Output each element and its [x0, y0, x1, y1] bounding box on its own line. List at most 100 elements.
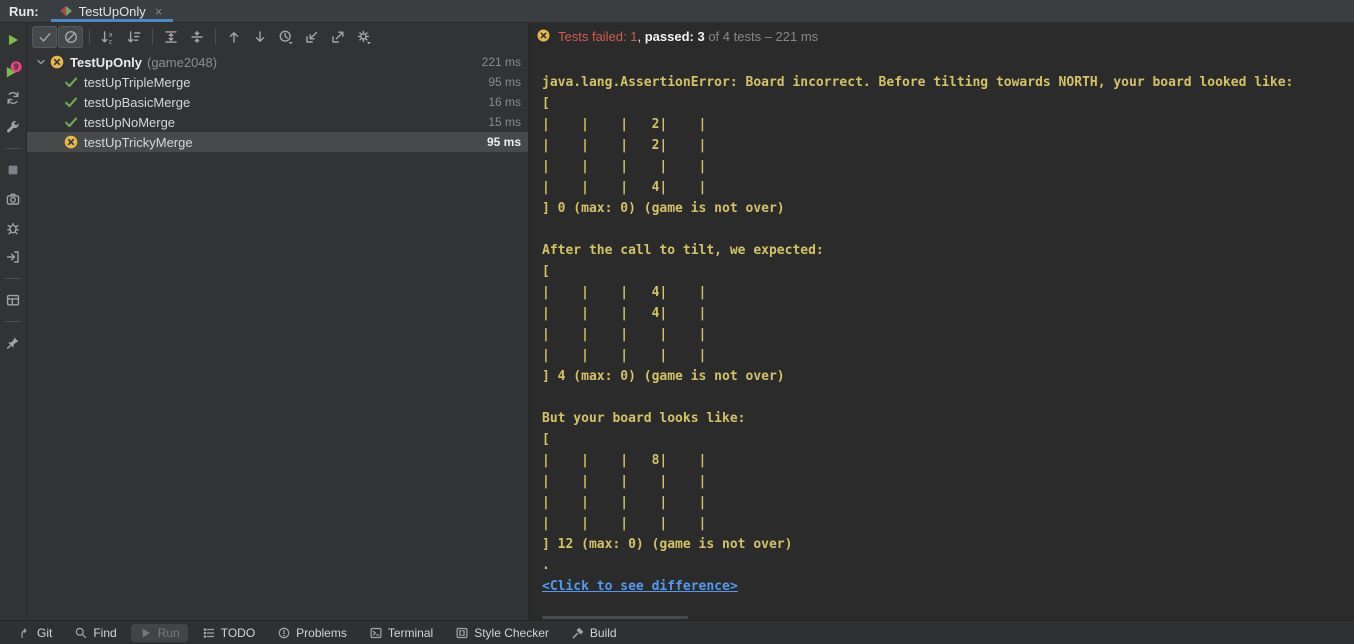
console-line: ] 12 (max: 0) (game is not over): [542, 534, 1354, 555]
sort-by-duration-button[interactable]: [121, 26, 146, 48]
toolwindow-button-build[interactable]: Build: [563, 624, 625, 642]
console-line: [542, 387, 1354, 408]
console-output: java.lang.AssertionError: Board incorrec…: [529, 50, 1354, 620]
toolwindow-button-run[interactable]: Run: [131, 624, 188, 642]
console-line: | | | 4| |: [542, 177, 1354, 198]
magnifier-icon: [74, 626, 88, 640]
summary-text: Tests failed: 1, passed: 3 of 4 tests – …: [558, 29, 818, 44]
console-line: [: [542, 93, 1354, 114]
toolwindow-button-todo[interactable]: TODO: [194, 624, 263, 642]
toolwindow-label: TODO: [221, 626, 255, 640]
svg-text:9: 9: [14, 62, 19, 72]
console-line: | | | 2| |: [542, 114, 1354, 135]
console-line: After the call to tilt, we expected:: [542, 240, 1354, 261]
attach-icon[interactable]: [3, 247, 23, 267]
close-icon[interactable]: ×: [153, 5, 165, 18]
box-brackets-icon: [455, 626, 469, 640]
console-line: | | | 2| |: [542, 135, 1354, 156]
pin-tab-button[interactable]: [3, 333, 23, 353]
tree-row-testUpTrickyMerge[interactable]: testUpTrickyMerge 95 ms: [27, 132, 528, 152]
wrench-icon[interactable]: [3, 117, 23, 137]
console-line: | | | 8| |: [542, 450, 1354, 471]
toolwindow-button-terminal[interactable]: Terminal: [361, 624, 441, 642]
console-line: | | | 4| |: [542, 282, 1354, 303]
import-test-results-button[interactable]: [299, 26, 324, 48]
expand-all-button[interactable]: [158, 26, 183, 48]
tool-window-bar: Git Find Run TODO Problems Terminal Style Chec…: [0, 620, 1354, 644]
test-duration: 221 ms: [482, 55, 528, 69]
toolwindow-button-problems[interactable]: Problems: [269, 624, 355, 642]
divider: [5, 321, 21, 322]
alert-circle-icon: [277, 626, 291, 640]
test-package: (game2048): [147, 55, 217, 70]
test-passed-icon: [63, 114, 79, 130]
tree-row-testUpNoMerge[interactable]: testUpNoMerge15 ms: [27, 112, 528, 132]
export-test-results-button[interactable]: [325, 26, 350, 48]
git-branch-icon: [18, 626, 32, 640]
run-label: Run:: [0, 0, 51, 22]
restore-layout-button[interactable]: [3, 290, 23, 310]
run-tab-bar: Run: TestUpOnly ×: [0, 0, 1354, 23]
divider: [5, 148, 21, 149]
test-toolbar: az: [27, 23, 528, 50]
console-line: ] 4 (max: 0) (game is not over): [542, 366, 1354, 387]
see-difference-link[interactable]: <Click to see difference>: [542, 579, 738, 594]
toolwindow-label: Style Checker: [474, 626, 549, 640]
show-passed-button[interactable]: [32, 26, 57, 48]
toolwindow-label: Find: [93, 626, 116, 640]
toolwindow-label: Build: [590, 626, 617, 640]
toolwindow-button-find[interactable]: Find: [66, 624, 124, 642]
console-line: [542, 219, 1354, 240]
tab-title: TestUpOnly: [79, 4, 146, 19]
camera-icon[interactable]: [3, 189, 23, 209]
tab-testuponly[interactable]: TestUpOnly ×: [51, 0, 174, 22]
horizontal-scrollbar[interactable]: [542, 616, 688, 619]
console-panel: Tests failed: 1, passed: 3 of 4 tests – …: [529, 23, 1354, 620]
active-tab-underline: [51, 19, 174, 22]
test-history-button[interactable]: [273, 26, 298, 48]
chevron-down-icon[interactable]: [33, 54, 49, 70]
previous-failed-test-button[interactable]: [221, 26, 246, 48]
console-line: | | | | |: [542, 324, 1354, 345]
console-line: | | | 4| |: [542, 303, 1354, 324]
test-failed-icon: [49, 54, 65, 70]
tree-row-testUpTripleMerge[interactable]: testUpTripleMerge 95 ms: [27, 72, 528, 92]
test-summary: Tests failed: 1, passed: 3 of 4 tests – …: [529, 23, 1354, 50]
stop-button[interactable]: [3, 160, 23, 180]
test-name: testUpTripleMerge: [84, 75, 190, 90]
tree-row-TestUpOnly[interactable]: TestUpOnly (game2048) 221 ms: [27, 52, 528, 72]
toolwindow-label: Git: [37, 626, 52, 640]
test-passed-icon: [63, 74, 79, 90]
console-line: [: [542, 429, 1354, 450]
toolwindow-button-git[interactable]: Git: [10, 624, 60, 642]
summary-failed: Tests failed: 1: [558, 29, 638, 44]
settings-button[interactable]: [351, 26, 376, 48]
test-name: testUpTrickyMerge: [84, 135, 193, 150]
play-small-icon: [139, 626, 153, 640]
console-line: java.lang.AssertionError: Board incorrec…: [542, 72, 1354, 93]
refresh-icon[interactable]: [3, 88, 23, 108]
hammer-icon: [571, 626, 585, 640]
test-duration: 95 ms: [487, 135, 528, 149]
console-line: [: [542, 261, 1354, 282]
next-failed-test-button[interactable]: [247, 26, 272, 48]
sort-alphabetically-button[interactable]: az: [95, 26, 120, 48]
collapse-all-button[interactable]: [184, 26, 209, 48]
toolwindow-button-style-checker[interactable]: Style Checker: [447, 624, 557, 642]
divider: [215, 29, 216, 44]
tests-failed-icon: [536, 28, 551, 46]
junit-test-icon: [60, 6, 72, 16]
test-duration: 95 ms: [488, 75, 528, 89]
console-line: | | | | |: [542, 492, 1354, 513]
tree-row-testUpBasicMerge[interactable]: testUpBasicMerge16 ms: [27, 92, 528, 112]
toolwindow-label: Problems: [296, 626, 347, 640]
bug-icon[interactable]: [3, 218, 23, 238]
test-failed-icon: [63, 134, 79, 150]
test-name: TestUpOnly: [70, 55, 142, 70]
rerun-failed-tests-button[interactable]: 9: [3, 59, 23, 79]
summary-passed: passed: 3: [645, 29, 705, 44]
show-ignored-button[interactable]: [58, 26, 83, 48]
rerun-button[interactable]: [3, 30, 23, 50]
todo-list-icon: [202, 626, 216, 640]
divider: [152, 29, 153, 44]
